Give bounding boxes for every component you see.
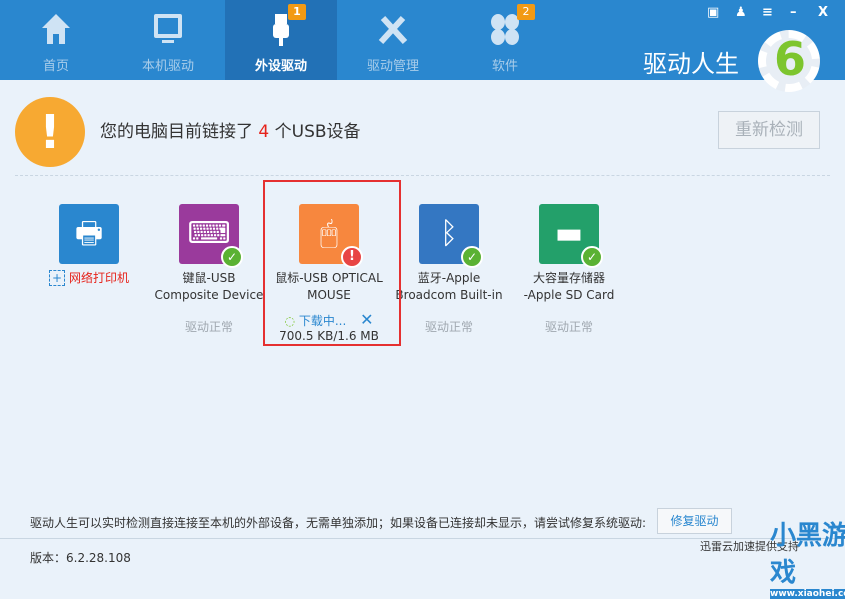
- tab-label: 驱动管理: [366, 59, 419, 74]
- tab-local-drivers[interactable]: 本机驱动: [112, 0, 224, 80]
- check-icon: ✓: [461, 246, 483, 268]
- tab-software[interactable]: 2 软件: [449, 0, 561, 80]
- device-status: 驱动正常: [184, 320, 233, 334]
- device-count: 4: [258, 122, 270, 142]
- device-status: 驱动正常: [544, 320, 593, 334]
- device-name-line2: -Apple SD Card: [523, 288, 615, 302]
- device-name: 网络打印机: [68, 271, 129, 285]
- summary-prefix: 您的电脑目前链接了: [100, 122, 253, 142]
- summary-suffix: 个USB设备: [274, 122, 361, 142]
- keyboard-mouse-icon: ⌨ ✓: [179, 204, 243, 268]
- recheck-button[interactable]: 重新检测: [718, 111, 820, 149]
- footer-hint: 驱动人生可以实时检测直接连接至本机的外部设备，无需单独添加；如果设备已连接却未显…: [30, 516, 647, 530]
- top-bar: 首页 本机驱动 1 外设驱动 驱动管理 2 软件 ▣ ♟ ≡ – X 驱动人生: [0, 0, 845, 80]
- device-network-printer[interactable]: 🖶 + 网络打印机: [29, 204, 149, 287]
- tab-badge: 2: [517, 4, 535, 20]
- minimize-button[interactable]: –: [790, 5, 797, 20]
- home-icon: [42, 14, 70, 44]
- device-name: 蓝牙-Apple: [417, 271, 481, 285]
- add-printer-link[interactable]: + 网络打印机: [29, 270, 149, 287]
- tools-icon: [378, 15, 408, 45]
- bluetooth-icon: ᛒ ✓: [419, 204, 483, 268]
- check-icon: ✓: [221, 246, 243, 268]
- warning-icon: !: [15, 97, 85, 167]
- tab-home[interactable]: 首页: [0, 0, 112, 80]
- device-name: 键鼠-USB: [182, 271, 236, 285]
- tab-badge: 1: [288, 4, 306, 20]
- skin-icon[interactable]: ♟: [735, 5, 747, 20]
- watermark-logo: 小黑游戏www.xiaohei.com: [770, 515, 845, 599]
- device-keyboard-mouse[interactable]: ⌨ ✓ 键鼠-USB Composite Device 驱动正常: [149, 204, 269, 335]
- menu-icon[interactable]: ≡: [762, 5, 773, 20]
- tab-label: 本机驱动: [141, 59, 194, 74]
- tab-label: 外设驱动: [254, 59, 307, 74]
- printer-add-icon: 🖶: [59, 204, 119, 264]
- tab-label: 首页: [42, 59, 69, 74]
- fix-drivers-button[interactable]: 修复驱动: [657, 508, 732, 534]
- tab-label: 软件: [491, 59, 518, 74]
- version-label: 版本：6.2.28.108: [30, 551, 131, 565]
- divider: [15, 175, 830, 176]
- watermark-text: 小黑游戏: [770, 521, 845, 588]
- feedback-icon[interactable]: ▣: [707, 5, 719, 20]
- monitor-icon: [154, 14, 182, 43]
- device-name: 大容量存储器: [532, 271, 605, 285]
- close-button[interactable]: X: [818, 5, 828, 20]
- storage-icon: ▬ ✓: [539, 204, 603, 268]
- device-status: 驱动正常: [424, 320, 473, 334]
- brand-logo: 6: [758, 30, 820, 92]
- device-bluetooth[interactable]: ᛒ ✓ 蓝牙-Apple Broadcom Built-in 驱动正常: [389, 204, 509, 335]
- tab-peripheral-drivers[interactable]: 1 外设驱动: [225, 0, 337, 80]
- device-name-line2: Broadcom Built-in: [395, 288, 503, 302]
- watermark-url: www.xiaohei.com: [770, 589, 845, 599]
- selection-highlight: [263, 180, 401, 346]
- tab-driver-management[interactable]: 驱动管理: [337, 0, 449, 80]
- device-name-line2: Composite Device: [154, 288, 264, 302]
- logo-mark: 6: [774, 32, 807, 86]
- usb-summary: 您的电脑目前链接了 4 个USB设备: [100, 117, 361, 142]
- check-icon: ✓: [581, 246, 603, 268]
- device-storage[interactable]: ▬ ✓ 大容量存储器 -Apple SD Card 驱动正常: [509, 204, 629, 335]
- brand-name: 驱动人生: [643, 50, 739, 78]
